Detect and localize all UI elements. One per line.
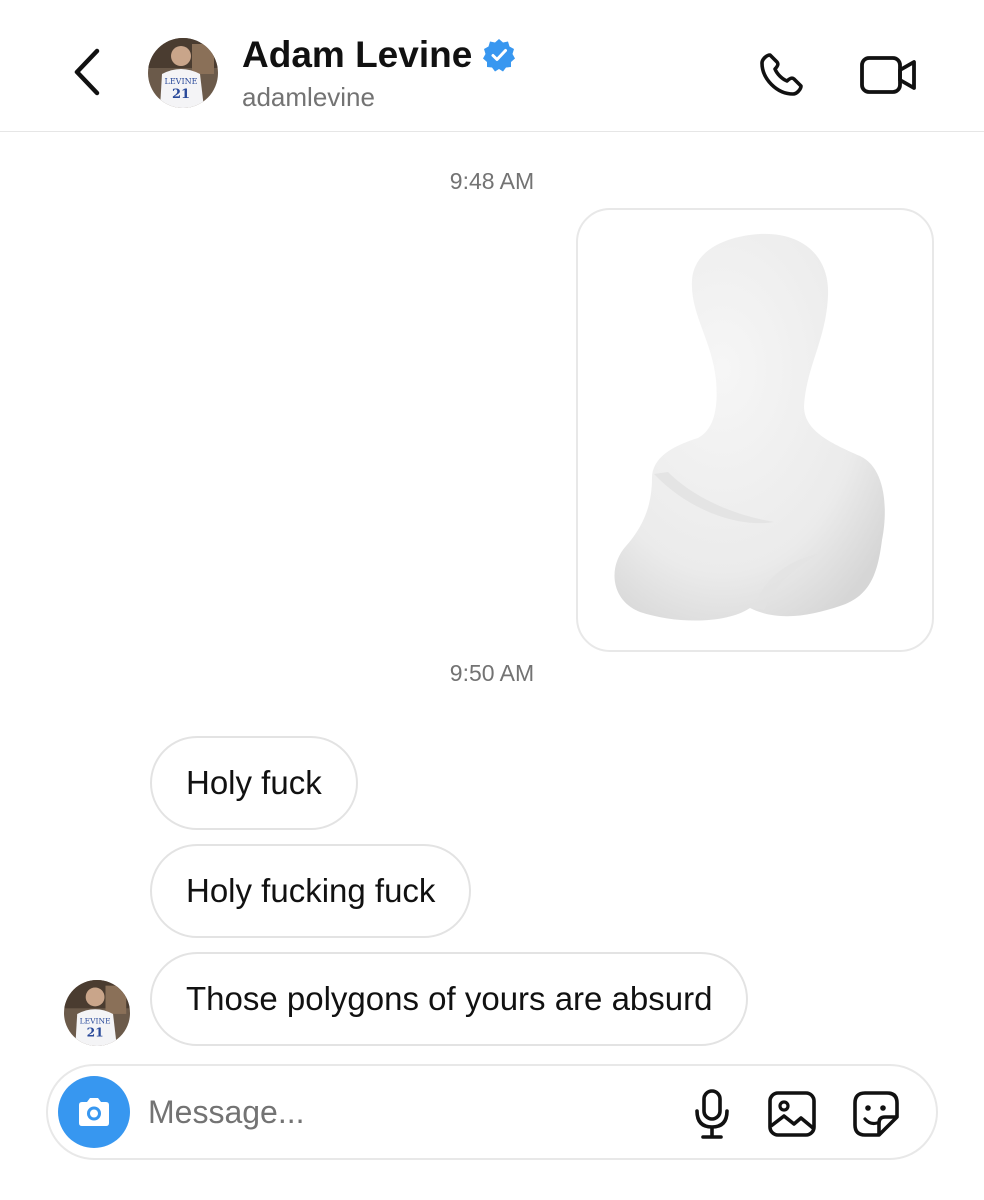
gallery-button[interactable] bbox=[764, 1086, 820, 1142]
camera-button[interactable] bbox=[58, 1076, 130, 1148]
voice-message-button[interactable] bbox=[684, 1086, 740, 1142]
phone-icon bbox=[760, 53, 803, 96]
message-input[interactable] bbox=[148, 1084, 648, 1140]
message-bubble[interactable]: Those polygons of yours are absurd bbox=[150, 952, 749, 1046]
sticker-button[interactable] bbox=[848, 1086, 904, 1142]
message-bubble[interactable]: Holy fuck bbox=[150, 736, 358, 830]
image-message[interactable] bbox=[576, 208, 934, 652]
message-text: Holy fucking fuck bbox=[186, 872, 436, 909]
sticker-icon bbox=[853, 1091, 899, 1137]
voice-call-button[interactable] bbox=[750, 44, 812, 106]
chevron-left-icon bbox=[74, 48, 100, 96]
chat-header: LEVINE 21 Adam Levine adamlevine bbox=[0, 0, 984, 132]
message-text: Holy fuck bbox=[186, 764, 322, 801]
sculpture-image bbox=[614, 233, 885, 621]
video-camera-icon bbox=[860, 56, 916, 94]
contact-handle: adamlevine bbox=[242, 82, 375, 112]
svg-text:21: 21 bbox=[87, 1025, 104, 1040]
verified-badge-icon bbox=[482, 38, 516, 72]
contact-name[interactable]: Adam Levine bbox=[242, 34, 516, 76]
contact-name-text: Adam Levine bbox=[242, 34, 473, 75]
microphone-icon bbox=[695, 1089, 729, 1139]
video-call-button[interactable] bbox=[856, 44, 922, 106]
message-bubble[interactable]: Holy fucking fuck bbox=[150, 844, 472, 938]
message-composer bbox=[46, 1064, 938, 1160]
camera-icon bbox=[79, 1098, 109, 1126]
back-button[interactable] bbox=[62, 42, 112, 102]
timestamp: 9:48 AM bbox=[449, 168, 535, 194]
sender-avatar[interactable]: LEVINE 21 bbox=[64, 980, 130, 1046]
timestamp: 9:50 AM bbox=[449, 660, 535, 686]
image-icon bbox=[768, 1091, 816, 1137]
message-text: Those polygons of yours are absurd bbox=[186, 980, 713, 1017]
contact-avatar[interactable]: LEVINE 21 bbox=[148, 38, 218, 108]
svg-text:21: 21 bbox=[172, 87, 190, 102]
svg-text:LEVINE: LEVINE bbox=[165, 77, 198, 86]
